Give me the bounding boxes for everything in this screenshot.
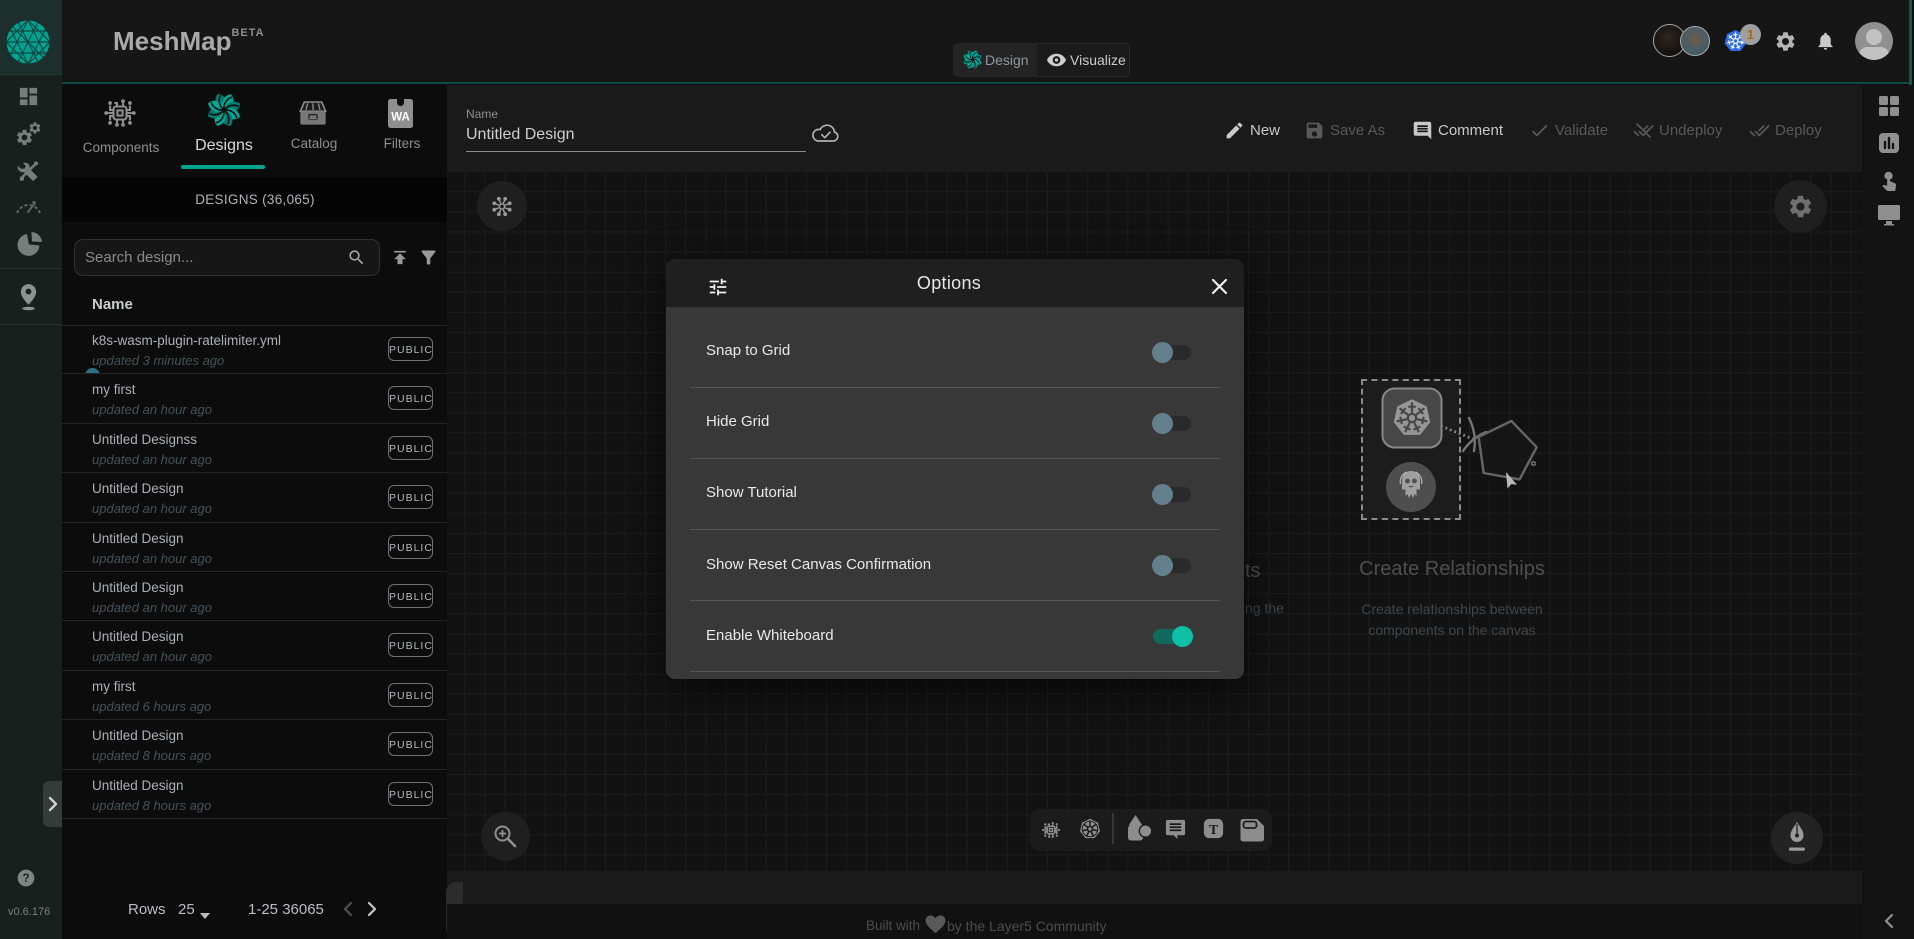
- svg-text:WA: WA: [391, 112, 410, 124]
- svg-text:?: ?: [22, 872, 29, 885]
- svg-text:T: T: [1209, 823, 1219, 838]
